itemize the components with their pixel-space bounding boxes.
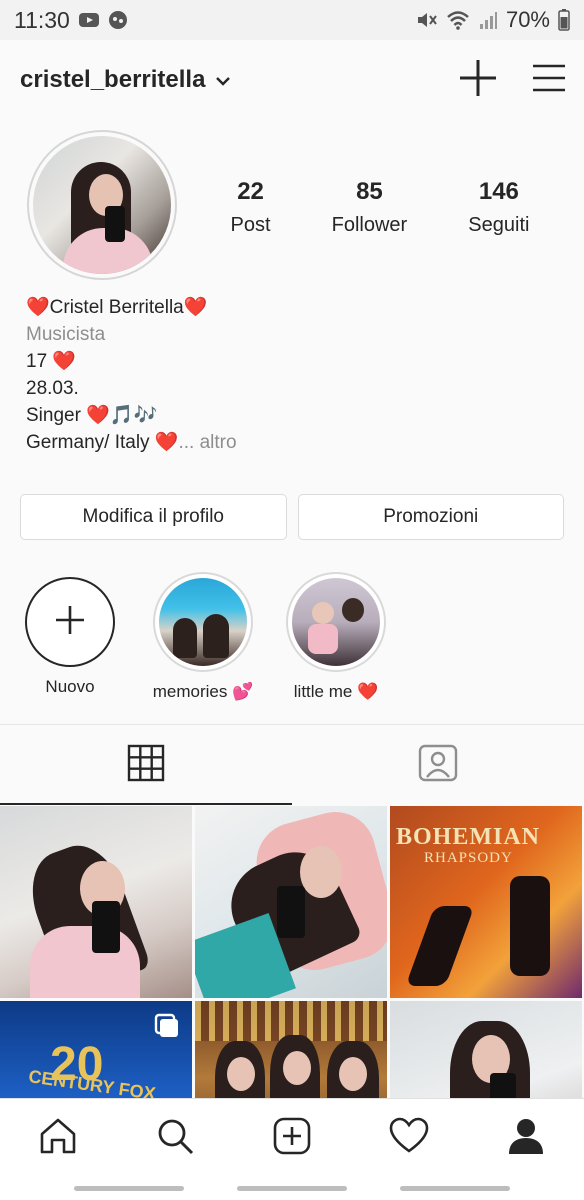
edit-profile-button[interactable]: Modifica il profilo xyxy=(20,494,287,540)
highlight-ring xyxy=(153,572,253,672)
youtube-icon xyxy=(78,12,100,28)
stat-value: 146 xyxy=(478,178,519,205)
plus-icon xyxy=(53,603,87,642)
account-switcher[interactable]: cristel_berritella xyxy=(20,66,231,94)
gesture-pill xyxy=(400,1186,510,1191)
battery-percent: 70% xyxy=(505,7,550,32)
search-icon[interactable] xyxy=(155,1116,195,1161)
new-post-icon[interactable] xyxy=(272,1116,312,1161)
profile-tabs xyxy=(0,724,584,805)
bio-line: 17 ❤️ xyxy=(26,351,77,372)
profile-icon[interactable] xyxy=(506,1116,546,1161)
bio-line: Germany/ Italy ❤️ xyxy=(26,432,179,453)
stat-following[interactable]: 146 Seguiti xyxy=(468,178,529,237)
post-thumbnail[interactable] xyxy=(0,806,192,998)
battery-icon xyxy=(558,9,570,31)
bio-line: 28.03. xyxy=(26,378,79,399)
game-icon xyxy=(108,10,128,30)
profile-buttons: Modifica il profilo Promozioni xyxy=(20,494,564,540)
post-thumbnail[interactable] xyxy=(195,806,387,998)
profile-avatar-ring[interactable] xyxy=(27,130,177,280)
gesture-pill xyxy=(74,1186,184,1191)
status-time: 11:30 xyxy=(14,6,70,33)
system-gesture-bar xyxy=(0,1176,584,1200)
profile-bio: ❤️Cristel Berritella❤️ Musicista 17 ❤️ 2… xyxy=(26,294,566,456)
tab-tagged[interactable] xyxy=(292,725,584,805)
multiple-photos-icon xyxy=(154,1013,180,1044)
bottom-navigation xyxy=(0,1098,584,1177)
highlight-label: Nuovo xyxy=(45,677,95,696)
stat-label: Post xyxy=(230,214,271,236)
active-tab-indicator xyxy=(0,803,292,805)
stat-value: 85 xyxy=(356,178,383,205)
profile-stats: 22 Post 85 Follower 146 Seguiti xyxy=(200,178,560,237)
highlight-little-me[interactable]: little me ❤️ xyxy=(281,572,391,702)
stat-label: Follower xyxy=(331,214,408,236)
mute-icon xyxy=(416,10,438,30)
signal-icon xyxy=(478,10,498,30)
promotions-button[interactable]: Promozioni xyxy=(297,494,564,540)
highlight-new-ring xyxy=(25,577,115,667)
highlight-memories[interactable]: memories 💕 xyxy=(148,572,258,702)
chevron-down-icon xyxy=(215,66,231,94)
stat-followers[interactable]: 85 Follower xyxy=(332,178,408,237)
highlight-new[interactable]: Nuovo xyxy=(15,572,125,697)
heart-icon[interactable] xyxy=(389,1116,429,1161)
bio-more-link[interactable]: ... altro xyxy=(178,432,236,453)
highlight-cover xyxy=(159,578,247,666)
highlight-label: memories 💕 xyxy=(152,682,254,701)
profile-category: Musicista xyxy=(26,324,106,345)
avatar xyxy=(33,136,171,274)
bio-line: Singer ❤️🎵🎶 xyxy=(26,405,158,426)
highlight-label: little me ❤️ xyxy=(293,682,379,701)
new-post-plus-icon[interactable] xyxy=(458,58,498,103)
home-icon[interactable] xyxy=(38,1116,78,1161)
profile-header: cristel_berritella xyxy=(0,40,584,120)
username: cristel_berritella xyxy=(20,66,206,93)
display-name: ❤️Cristel Berritella❤️ xyxy=(26,297,208,318)
tab-grid[interactable] xyxy=(0,725,292,805)
stat-label: Seguiti xyxy=(468,214,530,236)
story-highlights: Nuovo memories 💕 little me ❤️ xyxy=(0,572,584,712)
profile-summary: 22 Post 85 Follower 146 Seguiti xyxy=(0,128,584,288)
tagged-photos-icon xyxy=(418,744,458,787)
post-thumbnail[interactable]: BOHEMIAN RHAPSODY xyxy=(390,806,582,998)
grid-icon xyxy=(127,744,165,787)
menu-icon[interactable] xyxy=(532,63,566,98)
wifi-icon xyxy=(446,10,470,30)
status-bar: 11:30 70% xyxy=(0,0,584,40)
highlight-cover xyxy=(292,578,380,666)
stat-posts[interactable]: 22 Post xyxy=(231,178,271,237)
bio-line-last: Germany/ Italy ❤️... altro xyxy=(26,429,566,456)
highlight-ring xyxy=(286,572,386,672)
gesture-pill xyxy=(237,1186,347,1191)
stat-value: 22 xyxy=(237,178,264,205)
